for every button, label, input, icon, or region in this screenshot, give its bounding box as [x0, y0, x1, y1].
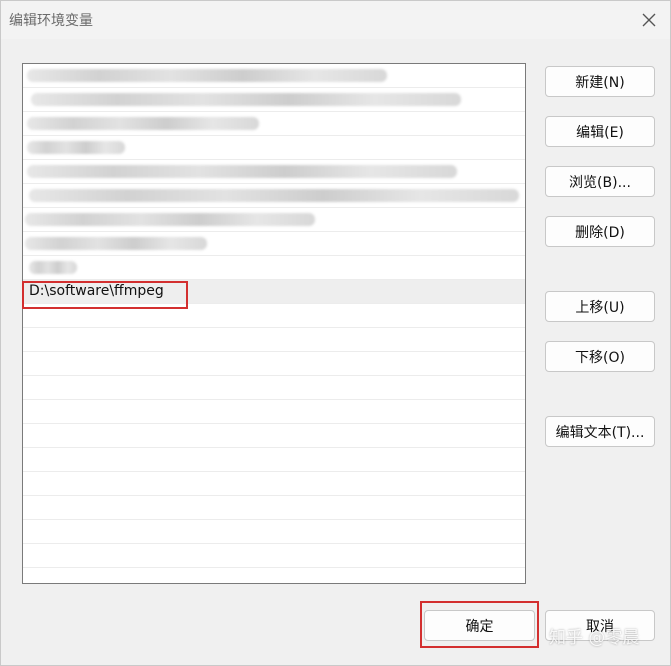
move-down-button[interactable]: 下移(O) [545, 341, 655, 372]
redacted-text [27, 165, 457, 178]
list-item-empty[interactable] [23, 520, 525, 544]
cancel-button[interactable]: 取消 [545, 610, 655, 641]
new-button[interactable]: 新建(N) [545, 66, 655, 97]
close-icon[interactable] [636, 7, 662, 33]
redacted-text [27, 69, 387, 82]
list-item-empty[interactable] [23, 544, 525, 568]
list-item[interactable] [23, 256, 525, 280]
list-item[interactable] [23, 208, 525, 232]
edit-text-button[interactable]: 编辑文本(T)... [545, 416, 655, 447]
list-item[interactable] [23, 64, 525, 88]
list-item-empty[interactable] [23, 424, 525, 448]
list-item-empty[interactable] [23, 496, 525, 520]
redacted-text [25, 213, 315, 226]
list-item-empty[interactable] [23, 472, 525, 496]
list-item[interactable] [23, 112, 525, 136]
redacted-text [27, 141, 125, 154]
redacted-text [25, 237, 207, 250]
move-up-button[interactable]: 上移(U) [545, 291, 655, 322]
delete-button[interactable]: 删除(D) [545, 216, 655, 247]
list-item-empty[interactable] [23, 568, 525, 583]
list-item-empty[interactable] [23, 352, 525, 376]
dialog-title: 编辑环境变量 [9, 13, 93, 29]
path-list[interactable]: D:\software\ffmpeg [22, 63, 526, 584]
redacted-text [27, 117, 259, 130]
edit-button[interactable]: 编辑(E) [545, 116, 655, 147]
list-item-selected[interactable]: D:\software\ffmpeg [23, 280, 525, 304]
redacted-text [29, 189, 519, 202]
list-item-empty[interactable] [23, 328, 525, 352]
ok-button[interactable]: 确定 [424, 610, 535, 641]
list-item-empty[interactable] [23, 304, 525, 328]
redacted-text [31, 93, 461, 106]
browse-button[interactable]: 浏览(B)... [545, 166, 655, 197]
title-bar: 编辑环境变量 [1, 1, 670, 39]
list-item[interactable] [23, 184, 525, 208]
list-item[interactable] [23, 136, 525, 160]
list-item-empty[interactable] [23, 376, 525, 400]
list-item-empty[interactable] [23, 400, 525, 424]
list-item[interactable] [23, 88, 525, 112]
path-entry-text: D:\software\ffmpeg [29, 283, 164, 299]
edit-environment-variable-dialog: 编辑环境变量 D:\software\ffmpeg 新建(N) 编辑(E) 浏览… [0, 0, 671, 666]
list-item[interactable] [23, 160, 525, 184]
list-item[interactable] [23, 232, 525, 256]
redacted-text [29, 261, 77, 274]
list-item-empty[interactable] [23, 448, 525, 472]
